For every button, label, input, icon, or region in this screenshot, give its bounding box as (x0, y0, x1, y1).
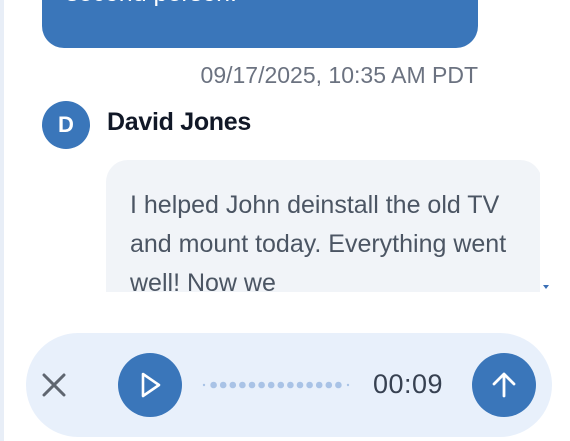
waveform-dot (258, 381, 265, 389)
waveform-icon (202, 381, 350, 389)
waveform-dot (267, 381, 275, 389)
waveform-dot (277, 381, 285, 389)
play-icon (141, 372, 161, 398)
waveform-dot (325, 381, 333, 389)
scrollbar[interactable] (540, 0, 552, 300)
message-list[interactable]: second person. 09/17/2025, 10:35 AM PDT … (0, 0, 540, 292)
waveform-dot (248, 381, 256, 389)
recording-duration: 00:09 (373, 369, 444, 399)
waveform-dot (296, 381, 304, 389)
avatar: D (42, 101, 90, 149)
send-button[interactable] (472, 353, 536, 417)
play-recording-button[interactable] (118, 353, 182, 417)
outgoing-message-bubble: second person. (42, 0, 478, 48)
waveform-dot (287, 381, 294, 389)
incoming-message-bubble: I helped John deinstall the old TV and m… (106, 160, 540, 292)
cancel-recording-button[interactable] (38, 369, 70, 401)
avatar-initial: D (58, 112, 74, 137)
waveform-dot (239, 381, 246, 389)
scroll-down-icon[interactable] (543, 285, 549, 289)
outgoing-message-text: second person. (66, 0, 237, 8)
waveform-dot (210, 381, 217, 389)
waveform-dot (315, 381, 323, 389)
waveform-dot (229, 381, 237, 389)
incoming-message-text: I helped John deinstall the old TV and m… (130, 191, 507, 292)
close-icon (42, 373, 66, 397)
waveform-dot (335, 381, 342, 389)
arrow-up-icon (492, 372, 516, 398)
waveform-dot (306, 381, 313, 389)
waveform-dot (202, 383, 206, 387)
sender-name: David Jones (107, 108, 251, 136)
waveform-dot (346, 383, 350, 387)
waveform-dot (219, 381, 227, 389)
message-timestamp: 09/17/2025, 10:35 AM PDT (200, 62, 478, 88)
